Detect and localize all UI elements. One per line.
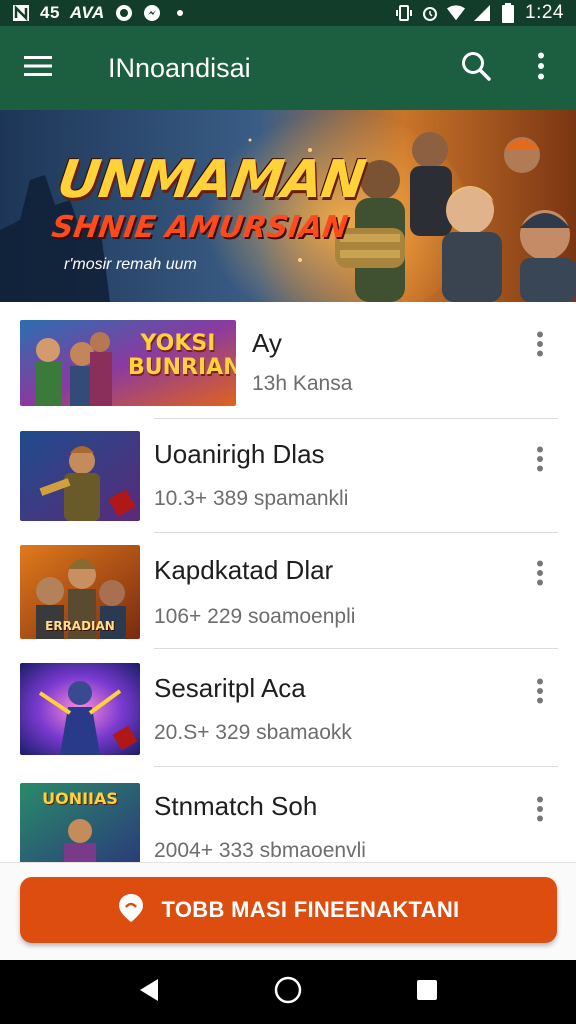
item-overflow-button[interactable]	[528, 673, 552, 713]
search-icon	[460, 50, 492, 87]
list-item[interactable]: UONIIAS Stnmatch Soh 2004+ 333 sbmaoenvl…	[0, 767, 576, 862]
status-time: 1:24	[525, 2, 564, 23]
item-subtitle: 20.S+ 329 sbamaokk	[154, 721, 352, 744]
item-subtitle: 10.3+ 389 spamankli	[154, 487, 349, 510]
vibrate-icon	[395, 4, 413, 22]
back-icon	[138, 978, 160, 1007]
featured-banner[interactable]: UNMAMAN SHNIE AMURSIAN r'mosir remah uum	[0, 110, 576, 302]
system-nav-bar	[0, 960, 576, 1024]
game-list: YOKSI BUNRIAN Ay 13h Kansa Uoanirigh Dla…	[0, 302, 576, 862]
item-title: Ay	[252, 328, 282, 358]
item-subtitle: 106+ 229 soamoenpli	[154, 605, 356, 628]
more-vert-icon	[536, 678, 544, 709]
list-item[interactable]: YOKSI BUNRIAN Ay 13h Kansa	[0, 302, 576, 418]
item-thumbnail: YOKSI BUNRIAN	[20, 320, 236, 406]
item-overflow-button[interactable]	[528, 555, 552, 595]
notification-n-icon	[12, 4, 30, 22]
recents-icon	[416, 979, 438, 1006]
item-thumbnail-text: ERRADIAN	[45, 619, 115, 633]
item-title: Stnmatch Soh	[154, 791, 318, 821]
primary-action-button[interactable]: TOBB MASI FINEENAKTANI	[20, 877, 557, 943]
banner-tagline: r'mosir remah uum	[64, 256, 197, 273]
item-overflow-button[interactable]	[528, 791, 552, 831]
banner-title-line1: UNMAMAN	[53, 150, 369, 210]
app-bar: INnoandisai	[0, 26, 576, 110]
item-thumbnail	[20, 663, 140, 755]
messenger-icon	[143, 4, 161, 22]
alarm-icon	[421, 4, 439, 22]
item-subtitle: 13h Kansa	[252, 372, 353, 395]
item-thumbnail	[20, 431, 140, 521]
signal-icon	[473, 4, 491, 22]
app-title: INnoandisai	[108, 52, 251, 83]
wifi-icon	[447, 4, 466, 22]
item-thumbnail: ERRADIAN	[20, 545, 140, 639]
recents-button[interactable]	[402, 967, 452, 1017]
more-options-button[interactable]	[506, 26, 576, 110]
primary-action-label: TOBB MASI FINEENAKTANI	[161, 897, 460, 922]
more-vert-icon	[536, 560, 544, 591]
item-thumbnail-text: UONIIAS	[42, 789, 118, 808]
more-vert-icon	[536, 331, 544, 362]
location-pin-icon	[118, 893, 144, 928]
more-vert-icon	[537, 52, 545, 85]
back-button[interactable]	[124, 967, 174, 1017]
status-bar: 45 AVA 1:24	[0, 0, 576, 26]
list-item[interactable]: Sesaritpl Aca 20.S+ 329 sbamaokk	[0, 649, 576, 767]
whatsapp-icon	[115, 4, 133, 22]
menu-button[interactable]	[0, 26, 76, 110]
item-title: Uoanirigh Dlas	[154, 439, 325, 469]
item-thumbnail-text: YOKSI BUNRIAN	[128, 331, 236, 380]
item-subtitle: 2004+ 333 sbmaoenvli	[154, 839, 366, 862]
list-item[interactable]: ERRADIAN Kapdkatad Dlar 106+ 229 soamoen…	[0, 533, 576, 649]
more-vert-icon	[536, 446, 544, 477]
list-item[interactable]: Uoanirigh Dlas 10.3+ 389 spamankli	[0, 419, 576, 533]
item-thumbnail: UONIIAS	[20, 783, 140, 862]
item-overflow-button[interactable]	[528, 441, 552, 481]
more-vert-icon	[536, 796, 544, 827]
battery-icon	[499, 3, 517, 23]
bottom-action-area: TOBB MASI FINEENAKTANI	[0, 862, 576, 960]
dot-icon	[171, 4, 189, 22]
status-left-text: 45	[40, 3, 60, 22]
status-left-extra: AVA	[69, 3, 105, 22]
banner-title-line2: SHNIE AMURSIAN	[49, 210, 351, 245]
menu-icon	[24, 55, 52, 82]
search-button[interactable]	[446, 26, 506, 110]
home-icon	[274, 976, 302, 1009]
item-title: Sesaritpl Aca	[154, 673, 306, 703]
home-button[interactable]	[263, 967, 313, 1017]
item-overflow-button[interactable]	[528, 326, 552, 366]
item-title: Kapdkatad Dlar	[154, 555, 334, 585]
